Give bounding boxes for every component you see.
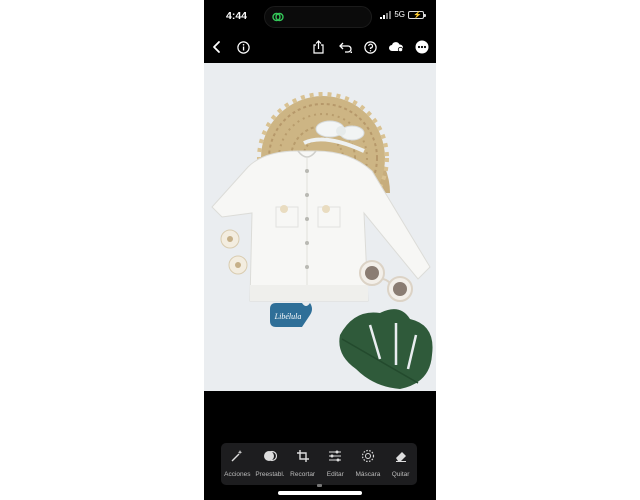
watermark-text: Libélula: [274, 312, 302, 321]
dynamic-island[interactable]: [264, 6, 372, 28]
tool-label: Quitar: [391, 471, 410, 478]
signal-icon: [380, 10, 392, 19]
dynamic-island-activity-icon: [272, 12, 284, 22]
magic-wand-icon: [230, 449, 244, 463]
undo-button[interactable]: [336, 36, 356, 58]
share-icon: [312, 40, 324, 54]
cloud-sync-icon: [389, 42, 404, 53]
eraser-icon: [394, 449, 408, 463]
back-chevron-icon: [213, 41, 220, 53]
crop-icon: [296, 449, 310, 463]
tool-label: Preestabl.: [255, 471, 285, 478]
status-time: 4:44: [226, 10, 248, 22]
home-indicator[interactable]: [278, 491, 362, 495]
status-indicators: 5G ⚡: [380, 10, 426, 19]
undo-icon: [339, 42, 352, 53]
info-button[interactable]: [233, 36, 253, 58]
mask-icon: [361, 449, 375, 463]
tool-acciones[interactable]: Acciones: [221, 449, 253, 478]
tool-label: Recortar: [290, 471, 316, 478]
more-button[interactable]: [412, 36, 432, 58]
help-icon: [363, 40, 377, 54]
info-icon: [236, 40, 250, 54]
tool-label: Acciones: [224, 471, 251, 478]
photo-image: Libélula: [204, 63, 436, 391]
tool-recortar[interactable]: Recortar: [287, 449, 319, 478]
back-button[interactable]: [207, 36, 227, 58]
battery-charging-icon: ⚡: [408, 10, 426, 19]
cloud-sync-button[interactable]: [386, 36, 406, 58]
more-icon: [415, 40, 429, 54]
sliders-icon: [328, 449, 342, 463]
top-toolbar: [204, 36, 436, 58]
status-bar: 4:44 5G ⚡: [204, 0, 436, 34]
tool-mascara[interactable]: Máscara: [352, 449, 384, 478]
tool-editar[interactable]: Editar: [319, 449, 351, 478]
tool-label: Máscara: [355, 471, 381, 478]
tool-preestabl[interactable]: Preestabl.: [254, 449, 286, 478]
photo-canvas[interactable]: Libélula: [204, 63, 436, 391]
share-button[interactable]: [308, 36, 328, 58]
tool-quitar[interactable]: Quitar: [385, 449, 417, 478]
phone-screen: 4:44 5G ⚡ Libélula Acciones Preestabl. R…: [204, 0, 436, 500]
bottom-tools-bar: Acciones Preestabl. Recortar Editar Másc…: [221, 443, 417, 485]
tool-label: Editar: [326, 471, 344, 478]
network-type: 5G: [394, 10, 405, 19]
help-button[interactable]: [360, 36, 380, 58]
tools-pager-indicator: [317, 484, 322, 487]
presets-icon: [263, 449, 277, 463]
